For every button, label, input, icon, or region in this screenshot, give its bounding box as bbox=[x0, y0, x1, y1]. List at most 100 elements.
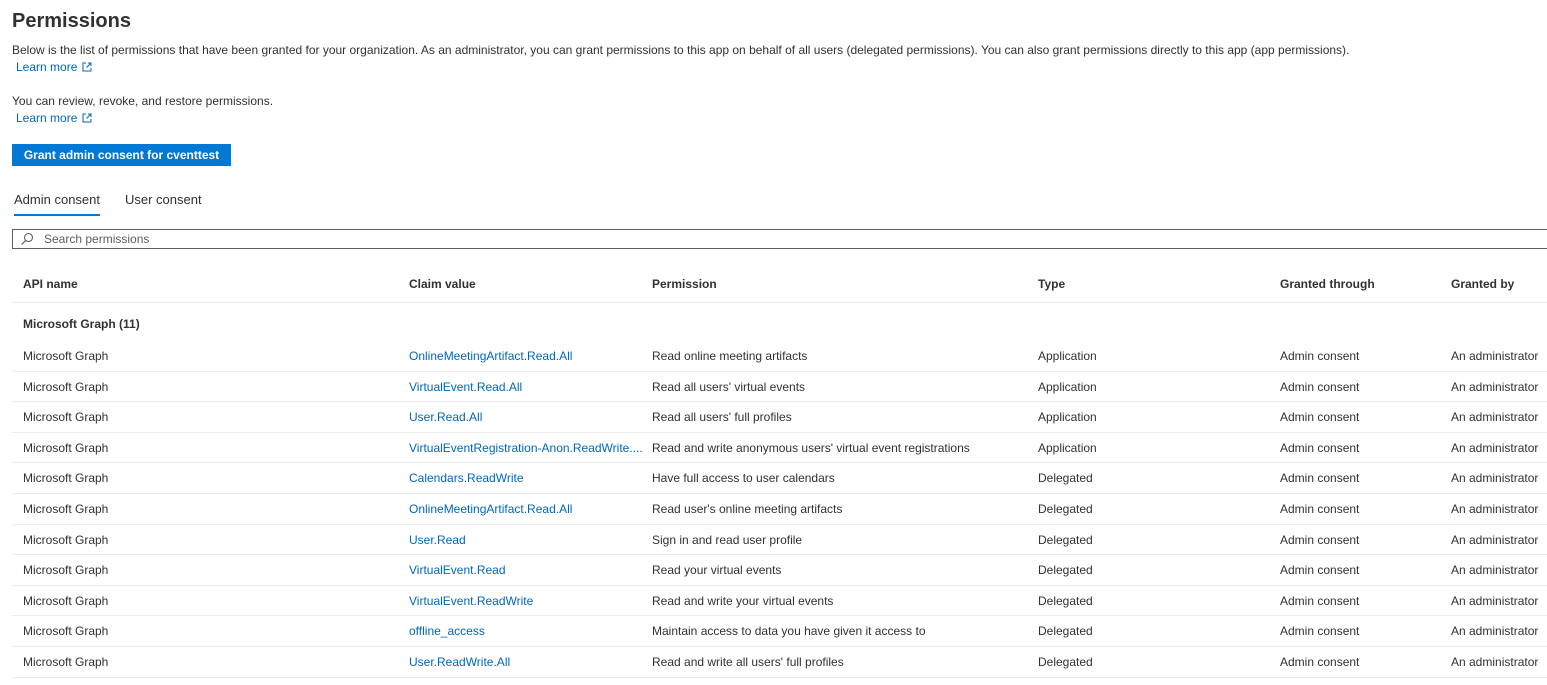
granted-by-cell: An administrator bbox=[1451, 593, 1539, 608]
granted-through-cell: Admin consent bbox=[1280, 501, 1360, 516]
granted-by-cell: An administrator bbox=[1451, 440, 1539, 455]
table-row[interactable]: Microsoft Graph offline_access Maintain … bbox=[12, 616, 1547, 647]
claim-value-link[interactable]: User.Read.All bbox=[409, 409, 482, 425]
table-row[interactable]: Microsoft Graph User.Read.All Read all u… bbox=[12, 402, 1547, 433]
table-row[interactable]: Microsoft Graph VirtualEvent.ReadWrite R… bbox=[12, 586, 1547, 617]
api-name-cell: Microsoft Graph bbox=[23, 379, 109, 394]
permission-cell: Read all users' virtual events bbox=[652, 379, 806, 394]
granted-by-cell: An administrator bbox=[1451, 501, 1539, 516]
tab-user-consent[interactable]: User consent bbox=[125, 190, 202, 210]
table-header: API name Claim value Permission Type Gra… bbox=[12, 266, 1547, 303]
claim-value-link[interactable]: Calendars.ReadWrite bbox=[409, 470, 524, 486]
granted-through-cell: Admin consent bbox=[1280, 532, 1360, 547]
granted-by-cell: An administrator bbox=[1451, 532, 1539, 547]
api-name-cell: Microsoft Graph bbox=[23, 349, 109, 363]
permissions-table: API name Claim value Permission Type Gra… bbox=[12, 266, 1547, 678]
api-name-cell: Microsoft Graph bbox=[23, 410, 109, 425]
api-name-cell: Microsoft Graph bbox=[23, 440, 109, 455]
table-row[interactable]: Microsoft Graph OnlineMeetingArtifact.Re… bbox=[12, 341, 1547, 372]
table-row[interactable]: Microsoft Graph VirtualEventRegistration… bbox=[12, 433, 1547, 464]
column-header-type[interactable]: Type bbox=[1038, 276, 1065, 292]
permission-cell: Read all users' full profiles bbox=[652, 410, 792, 425]
claim-value-link[interactable]: User.Read bbox=[409, 532, 466, 548]
group-label: Microsoft Graph (11) bbox=[23, 317, 140, 331]
permissions-description: Below is the list of permissions that ha… bbox=[12, 43, 1350, 57]
granted-by-cell: An administrator bbox=[1451, 654, 1539, 669]
search-icon bbox=[21, 232, 34, 245]
claim-value-link[interactable]: VirtualEvent.ReadWrite bbox=[409, 593, 533, 609]
table-row[interactable]: Microsoft Graph User.Read Sign in and re… bbox=[12, 525, 1547, 556]
permission-cell: Maintain access to data you have given i… bbox=[652, 624, 926, 639]
api-name-cell: Microsoft Graph bbox=[23, 532, 109, 547]
column-header-api-name[interactable]: API name bbox=[23, 276, 78, 292]
table-row[interactable]: Microsoft Graph VirtualEvent.Read.All Re… bbox=[12, 372, 1547, 403]
group-header-microsoft-graph[interactable]: Microsoft Graph (11) bbox=[12, 303, 1547, 341]
permission-cell: Read your virtual events bbox=[652, 563, 782, 578]
learn-more-label: Learn more bbox=[16, 60, 78, 74]
granted-by-cell: An administrator bbox=[1451, 624, 1539, 639]
search-input[interactable] bbox=[44, 231, 1547, 247]
claim-value-link[interactable]: VirtualEvent.Read bbox=[409, 562, 506, 578]
granted-by-cell: An administrator bbox=[1451, 471, 1539, 486]
granted-through-cell: Admin consent bbox=[1280, 379, 1360, 394]
type-cell: Delegated bbox=[1038, 471, 1093, 486]
granted-by-cell: An administrator bbox=[1451, 379, 1539, 394]
type-cell: Application bbox=[1038, 410, 1097, 425]
tab-admin-consent[interactable]: Admin consent bbox=[14, 190, 100, 216]
api-name-cell: Microsoft Graph bbox=[23, 624, 109, 639]
granted-through-cell: Admin consent bbox=[1280, 440, 1360, 455]
table-row[interactable]: Microsoft Graph VirtualEvent.Read Read y… bbox=[12, 555, 1547, 586]
api-name-cell: Microsoft Graph bbox=[23, 654, 109, 669]
type-cell: Application bbox=[1038, 379, 1097, 394]
permission-cell: Read and write all users' full profiles bbox=[652, 654, 844, 669]
column-header-claim-value[interactable]: Claim value bbox=[409, 276, 476, 292]
granted-by-cell: An administrator bbox=[1451, 410, 1539, 425]
search-box bbox=[12, 229, 1547, 249]
type-cell: Delegated bbox=[1038, 624, 1093, 639]
granted-by-cell: An administrator bbox=[1451, 349, 1539, 363]
learn-more-label: Learn more bbox=[16, 111, 78, 125]
type-cell: Application bbox=[1038, 440, 1097, 455]
column-header-granted-through[interactable]: Granted through bbox=[1280, 276, 1375, 292]
claim-value-link[interactable]: OnlineMeetingArtifact.Read.All bbox=[409, 501, 572, 517]
external-link-icon bbox=[82, 113, 92, 123]
claim-value-link[interactable]: offline_access bbox=[409, 623, 485, 639]
type-cell: Delegated bbox=[1038, 563, 1093, 578]
table-row[interactable]: Microsoft Graph Calendars.ReadWrite Have… bbox=[12, 463, 1547, 494]
learn-more-link-2[interactable]: Learn more bbox=[16, 110, 92, 126]
type-cell: Delegated bbox=[1038, 654, 1093, 669]
claim-value-link[interactable]: VirtualEvent.Read.All bbox=[409, 379, 522, 395]
granted-through-cell: Admin consent bbox=[1280, 654, 1360, 669]
column-header-permission[interactable]: Permission bbox=[652, 276, 717, 292]
table-body: Microsoft Graph OnlineMeetingArtifact.Re… bbox=[12, 341, 1547, 678]
granted-through-cell: Admin consent bbox=[1280, 593, 1360, 608]
claim-value-link[interactable]: OnlineMeetingArtifact.Read.All bbox=[409, 348, 572, 364]
permission-cell: Read and write your virtual events bbox=[652, 593, 834, 608]
permission-cell: Have full access to user calendars bbox=[652, 471, 835, 486]
page-title: Permissions bbox=[12, 10, 131, 32]
permission-cell: Read and write anonymous users' virtual … bbox=[652, 440, 970, 455]
granted-through-cell: Admin consent bbox=[1280, 624, 1360, 639]
grant-admin-consent-button[interactable]: Grant admin consent for cventtest bbox=[12, 144, 231, 166]
review-description: You can review, revoke, and restore perm… bbox=[12, 94, 274, 108]
permission-cell: Sign in and read user profile bbox=[652, 532, 803, 547]
table-row[interactable]: Microsoft Graph User.ReadWrite.All Read … bbox=[12, 647, 1547, 678]
type-cell: Delegated bbox=[1038, 501, 1093, 516]
learn-more-link-1[interactable]: Learn more bbox=[16, 59, 92, 75]
granted-through-cell: Admin consent bbox=[1280, 563, 1360, 578]
api-name-cell: Microsoft Graph bbox=[23, 563, 109, 578]
permission-cell: Read online meeting artifacts bbox=[652, 349, 808, 363]
granted-through-cell: Admin consent bbox=[1280, 410, 1360, 425]
permissions-page: Permissions Below is the list of permiss… bbox=[0, 0, 1547, 685]
granted-through-cell: Admin consent bbox=[1280, 471, 1360, 486]
type-cell: Delegated bbox=[1038, 593, 1093, 608]
permission-cell: Read user's online meeting artifacts bbox=[652, 501, 843, 516]
table-row[interactable]: Microsoft Graph OnlineMeetingArtifact.Re… bbox=[12, 494, 1547, 525]
granted-through-cell: Admin consent bbox=[1280, 349, 1360, 363]
claim-value-link[interactable]: User.ReadWrite.All bbox=[409, 654, 510, 670]
granted-by-cell: An administrator bbox=[1451, 563, 1539, 578]
api-name-cell: Microsoft Graph bbox=[23, 593, 109, 608]
api-name-cell: Microsoft Graph bbox=[23, 471, 109, 486]
claim-value-link[interactable]: VirtualEventRegistration-Anon.ReadWrite.… bbox=[409, 440, 643, 456]
column-header-granted-by[interactable]: Granted by bbox=[1451, 276, 1514, 292]
